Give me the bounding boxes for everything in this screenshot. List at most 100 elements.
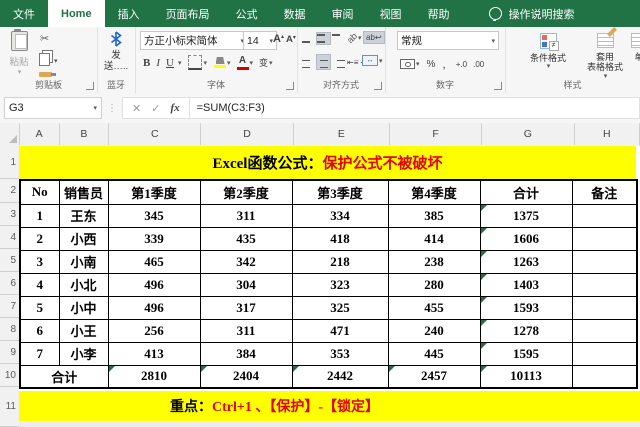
- cell-q4[interactable]: 455: [387, 295, 481, 320]
- cell-q3[interactable]: 325: [291, 295, 389, 320]
- row-header-6[interactable]: 6: [0, 272, 19, 295]
- conditional-formatting-button[interactable]: ≠ 条件格式 ▾: [530, 33, 566, 71]
- header-cell-第3季度[interactable]: 第3季度: [291, 179, 389, 205]
- column-header-G[interactable]: G: [482, 123, 575, 145]
- select-all-corner[interactable]: [0, 123, 20, 145]
- font-dialog-launcher[interactable]: [286, 82, 294, 90]
- cell-note[interactable]: [571, 341, 638, 366]
- column-header-B[interactable]: B: [60, 123, 110, 145]
- column-header-F[interactable]: F: [390, 123, 483, 145]
- cell-q3[interactable]: 334: [291, 203, 389, 228]
- cell-q2[interactable]: 317: [199, 295, 293, 320]
- tab-文件[interactable]: 文件: [0, 0, 48, 27]
- row-header-5[interactable]: 5: [0, 249, 19, 272]
- bluetooth-send-button[interactable]: 发 送…..: [97, 31, 135, 73]
- column-header-D[interactable]: D: [201, 123, 294, 145]
- cell-q2[interactable]: 311: [199, 203, 293, 228]
- insert-function-icon[interactable]: fx: [170, 102, 179, 114]
- row-header-10[interactable]: 10: [0, 364, 19, 387]
- enter-icon[interactable]: ✓: [151, 102, 160, 115]
- paste-button[interactable]: 粘贴 ▾: [5, 29, 33, 76]
- font-size-select[interactable]: 14 ▾: [243, 31, 277, 50]
- decrease-indent-button[interactable]: ⇤≡: [346, 57, 359, 68]
- comma-style-button[interactable]: ,: [441, 56, 446, 72]
- cell-q2[interactable]: 384: [199, 341, 293, 366]
- footer-banner[interactable]: 重点： Ctrl+1 、【保护】-【锁定】: [19, 391, 640, 421]
- header-cell-No[interactable]: No: [19, 179, 60, 205]
- total-label-cell[interactable]: 合计: [19, 364, 109, 389]
- cell-q1[interactable]: 465: [107, 249, 201, 274]
- cell-q3[interactable]: 353: [291, 341, 389, 366]
- cell-no[interactable]: 6: [19, 318, 60, 343]
- format-as-table-button[interactable]: 套用 表格格式 ▾: [587, 33, 623, 81]
- cell-note[interactable]: [571, 203, 638, 228]
- merge-center-button[interactable]: ↔ ▾: [361, 54, 384, 67]
- column-header-H[interactable]: H: [575, 123, 640, 145]
- cell-q2[interactable]: 311: [199, 318, 293, 343]
- grow-font-button[interactable]: A▴: [273, 33, 284, 45]
- cell-q4[interactable]: 414: [387, 226, 481, 251]
- row-header-7[interactable]: 7: [0, 295, 19, 318]
- cell-note[interactable]: [571, 226, 638, 251]
- row-header-11[interactable]: 11: [0, 387, 19, 427]
- cell-note[interactable]: [571, 272, 638, 297]
- column-header-C[interactable]: C: [109, 123, 202, 145]
- cell-q1[interactable]: 413: [107, 341, 201, 366]
- cell-q4[interactable]: 280: [387, 272, 481, 297]
- grand-total-cell[interactable]: 10113: [479, 364, 573, 389]
- number-dialog-launcher[interactable]: [494, 82, 502, 90]
- header-cell-第1季度[interactable]: 第1季度: [107, 179, 201, 205]
- cell-q3[interactable]: 418: [291, 226, 389, 251]
- tab-页面布局[interactable]: 页面布局: [153, 0, 223, 27]
- column-header-A[interactable]: A: [20, 123, 60, 145]
- cell-q1[interactable]: 496: [107, 295, 201, 320]
- number-format-select[interactable]: 常规 ▾: [397, 31, 499, 50]
- cell-total[interactable]: 1263: [479, 249, 573, 274]
- cell-q1[interactable]: 345: [107, 203, 201, 228]
- cell-no[interactable]: 1: [19, 203, 60, 228]
- row-header-9[interactable]: 9: [0, 341, 19, 364]
- cell-no[interactable]: 5: [19, 295, 60, 320]
- cell-q2[interactable]: 435: [199, 226, 293, 251]
- cell-q4[interactable]: 240: [387, 318, 481, 343]
- header-cell-备注[interactable]: 备注: [571, 179, 638, 205]
- cell-q2[interactable]: 304: [199, 272, 293, 297]
- cell-no[interactable]: 3: [19, 249, 60, 274]
- tab-公式[interactable]: 公式: [223, 0, 271, 27]
- cell-no[interactable]: 2: [19, 226, 60, 251]
- row-header-2[interactable]: 2: [0, 179, 19, 203]
- cell-no[interactable]: 7: [19, 341, 60, 366]
- cell-total[interactable]: 1375: [479, 203, 573, 228]
- cell-name[interactable]: 小王: [58, 318, 109, 343]
- cell-name[interactable]: 小南: [58, 249, 109, 274]
- header-cell-第2季度[interactable]: 第2季度: [199, 179, 293, 205]
- row-header-8[interactable]: 8: [0, 318, 19, 341]
- font-color-button[interactable]: A: [236, 55, 249, 70]
- align-right-button[interactable]: [331, 54, 346, 70]
- fill-color-button[interactable]: [214, 57, 226, 68]
- formula-input[interactable]: =SUM(C3:F3): [189, 97, 640, 119]
- shrink-font-button[interactable]: A▾: [286, 34, 296, 45]
- cut-button[interactable]: ✂: [40, 32, 49, 45]
- cell-total[interactable]: 1278: [479, 318, 573, 343]
- align-center-button[interactable]: [316, 54, 331, 71]
- cancel-icon[interactable]: ✕: [132, 102, 141, 115]
- cell-q3[interactable]: 471: [291, 318, 389, 343]
- cell-q1[interactable]: 339: [107, 226, 201, 251]
- cell-q4[interactable]: 385: [387, 203, 481, 228]
- cell-name[interactable]: 小北: [58, 272, 109, 297]
- row-header-4[interactable]: 4: [0, 226, 19, 249]
- cell-name[interactable]: 小中: [58, 295, 109, 320]
- clipboard-dialog-launcher[interactable]: [86, 82, 94, 90]
- cell-note[interactable]: [571, 249, 638, 274]
- column-header-E[interactable]: E: [294, 123, 390, 145]
- total-q1-cell[interactable]: 2810: [107, 364, 201, 389]
- phonetic-guide-button[interactable]: 变: [259, 56, 268, 69]
- font-name-select[interactable]: 方正小标宋简体▾: [140, 31, 248, 50]
- tab-数据[interactable]: 数据: [271, 0, 319, 27]
- cell-q4[interactable]: 238: [387, 249, 481, 274]
- cell-note[interactable]: [571, 364, 638, 389]
- total-q3-cell[interactable]: 2442: [291, 364, 389, 389]
- italic-button[interactable]: I: [153, 54, 163, 71]
- total-q2-cell[interactable]: 2404: [199, 364, 293, 389]
